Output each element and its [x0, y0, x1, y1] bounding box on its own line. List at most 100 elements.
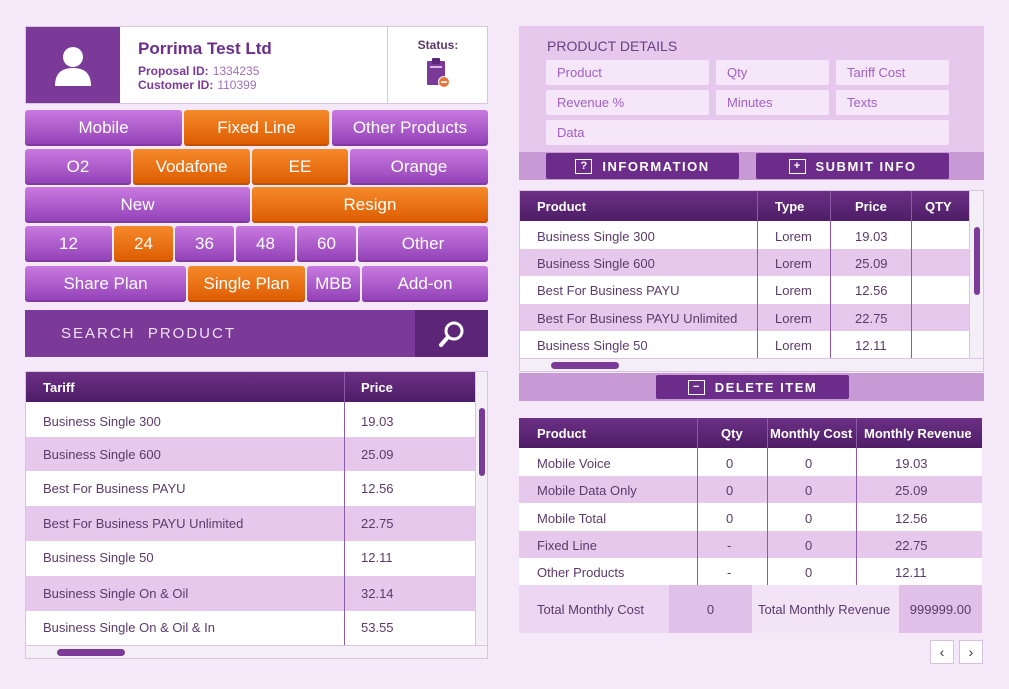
minutes-input[interactable] [727, 95, 829, 110]
table-row[interactable]: Mobile Total 0 0 12.56 [519, 503, 982, 531]
qty-input[interactable] [727, 65, 829, 80]
table-row[interactable]: Business Single 300 19.03 [26, 402, 475, 437]
qty-header: Qty [721, 426, 743, 441]
horizontal-scrollbar[interactable] [520, 358, 983, 371]
search-product-bar[interactable]: SEARCH PRODUCT [25, 310, 488, 357]
product-cell: Other Products [537, 565, 625, 580]
monthly-revenue-cell: 12.11 [895, 565, 927, 580]
table-row[interactable]: Best For Business PAYU Unlimited Lorem 2… [520, 304, 969, 331]
monthly-revenue-cell: 25.09 [895, 483, 928, 498]
tariff-cost-field[interactable] [836, 60, 949, 85]
term-other[interactable]: Other [358, 226, 488, 262]
network-vodafone[interactable]: Vodafone [133, 149, 250, 185]
price-cell: 19.03 [361, 414, 394, 429]
contract-resign[interactable]: Resign [252, 187, 488, 223]
information-button[interactable]: ? INFORMATION [546, 153, 739, 179]
term-36[interactable]: 36 [175, 226, 234, 262]
vertical-scroll-thumb[interactable] [974, 227, 980, 295]
user-avatar-icon [55, 47, 91, 86]
table-row[interactable]: Business Single 50 12.11 [26, 541, 475, 576]
product-field[interactable] [546, 60, 709, 85]
table-row[interactable]: Mobile Voice 0 0 19.03 [519, 448, 982, 476]
vertical-scroll-thumb[interactable] [479, 408, 485, 476]
price-cell: 19.03 [855, 229, 888, 244]
tariff-cell: Business Single 300 [43, 414, 161, 429]
horizontal-scroll-thumb[interactable] [57, 649, 125, 656]
term-48[interactable]: 48 [236, 226, 295, 262]
tariff-cost-input[interactable] [847, 65, 949, 80]
network-o2[interactable]: O2 [25, 149, 131, 185]
table-row[interactable]: Business Single 600 25.09 [26, 437, 475, 471]
vertical-scrollbar[interactable] [969, 191, 983, 358]
delete-action-bar: − DELETE ITEM [519, 373, 984, 401]
qty-cell: - [727, 565, 732, 580]
table-row[interactable]: Business Single 600 Lorem 25.09 [520, 249, 969, 276]
tariff-header: Tariff [43, 380, 75, 395]
submit-info-button[interactable]: + SUBMIT INFO [756, 153, 949, 179]
chevron-left-icon: ‹ [939, 644, 945, 660]
total-monthly-revenue-value: 999999.00 [899, 585, 982, 633]
table-row[interactable]: Mobile Data Only 0 0 25.09 [519, 476, 982, 503]
price-cell: 25.09 [855, 256, 888, 271]
table-row[interactable]: Best For Business PAYU 12.56 [26, 471, 475, 506]
price-cell: 12.56 [855, 283, 888, 298]
revenue-input[interactable] [557, 95, 709, 110]
search-button[interactable] [415, 310, 488, 357]
table-row[interactable]: Business Single 50 Lorem 12.11 [520, 331, 969, 358]
table-row[interactable]: Business Single On & Oil 32.14 [26, 576, 475, 611]
proposal-id: Proposal ID: 1334235 [138, 64, 260, 78]
status-box: Status: [387, 27, 488, 103]
status-label: Status: [417, 38, 459, 52]
term-60[interactable]: 60 [297, 226, 356, 262]
network-ee[interactable]: EE [252, 149, 348, 185]
price-header: Price [855, 199, 887, 214]
texts-field[interactable] [836, 90, 949, 115]
column-divider [767, 418, 768, 585]
term-12[interactable]: 12 [25, 226, 112, 262]
revenue-field[interactable] [546, 90, 709, 115]
plan-add-on[interactable]: Add-on [362, 266, 488, 302]
horizontal-scrollbar[interactable] [26, 645, 487, 658]
product-table-header: Product Type Price QTY [520, 191, 983, 221]
delete-item-button[interactable]: − DELETE ITEM [656, 375, 849, 399]
summary-table-header: Product Qty Monthly Cost Monthly Revenue [519, 418, 982, 448]
table-row[interactable]: Fixed Line - 0 22.75 [519, 531, 982, 558]
qty-cell: 0 [726, 456, 734, 471]
tariff-cell: Best For Business PAYU [43, 481, 186, 496]
term-24[interactable]: 24 [114, 226, 173, 262]
previous-page-button[interactable]: ‹ [930, 640, 954, 664]
horizontal-scroll-thumb[interactable] [551, 362, 619, 369]
qty-field[interactable] [716, 60, 829, 85]
monthly-revenue-cell: 22.75 [895, 538, 928, 553]
price-cell: 12.11 [855, 338, 887, 353]
network-orange[interactable]: Orange [350, 149, 488, 185]
product-input[interactable] [557, 65, 709, 80]
option-other-products[interactable]: Other Products [332, 110, 488, 146]
plan-single[interactable]: Single Plan [188, 266, 305, 302]
data-field[interactable] [546, 120, 949, 145]
product-cell: Mobile Total [537, 511, 607, 526]
next-page-button[interactable]: › [959, 640, 983, 664]
option-mobile[interactable]: Mobile [25, 110, 182, 146]
contract-new[interactable]: New [25, 187, 250, 223]
vertical-scrollbar[interactable] [475, 372, 487, 645]
monthly-revenue-cell: 19.03 [895, 456, 928, 471]
plan-mbb[interactable]: MBB [307, 266, 360, 302]
data-input[interactable] [557, 125, 949, 140]
question-icon: ? [575, 158, 593, 174]
table-row[interactable]: Other Products - 0 12.11 [519, 558, 982, 585]
table-row[interactable]: Business Single 300 Lorem 19.03 [520, 221, 969, 249]
chevron-right-icon: › [968, 644, 974, 660]
texts-input[interactable] [847, 95, 949, 110]
table-row[interactable]: Best For Business PAYU Lorem 12.56 [520, 276, 969, 304]
column-divider [830, 191, 831, 358]
table-row[interactable]: Best For Business PAYU Unlimited 22.75 [26, 506, 475, 541]
type-cell: Lorem [775, 229, 812, 244]
option-fixed-line[interactable]: Fixed Line [184, 110, 329, 146]
minutes-field[interactable] [716, 90, 829, 115]
information-button-label: INFORMATION [602, 158, 710, 174]
type-cell: Lorem [775, 283, 812, 298]
table-row[interactable]: Business Single On & Oil & In 53.55 [26, 611, 475, 645]
plan-share[interactable]: Share Plan [25, 266, 186, 302]
price-cell: 12.56 [361, 481, 394, 496]
